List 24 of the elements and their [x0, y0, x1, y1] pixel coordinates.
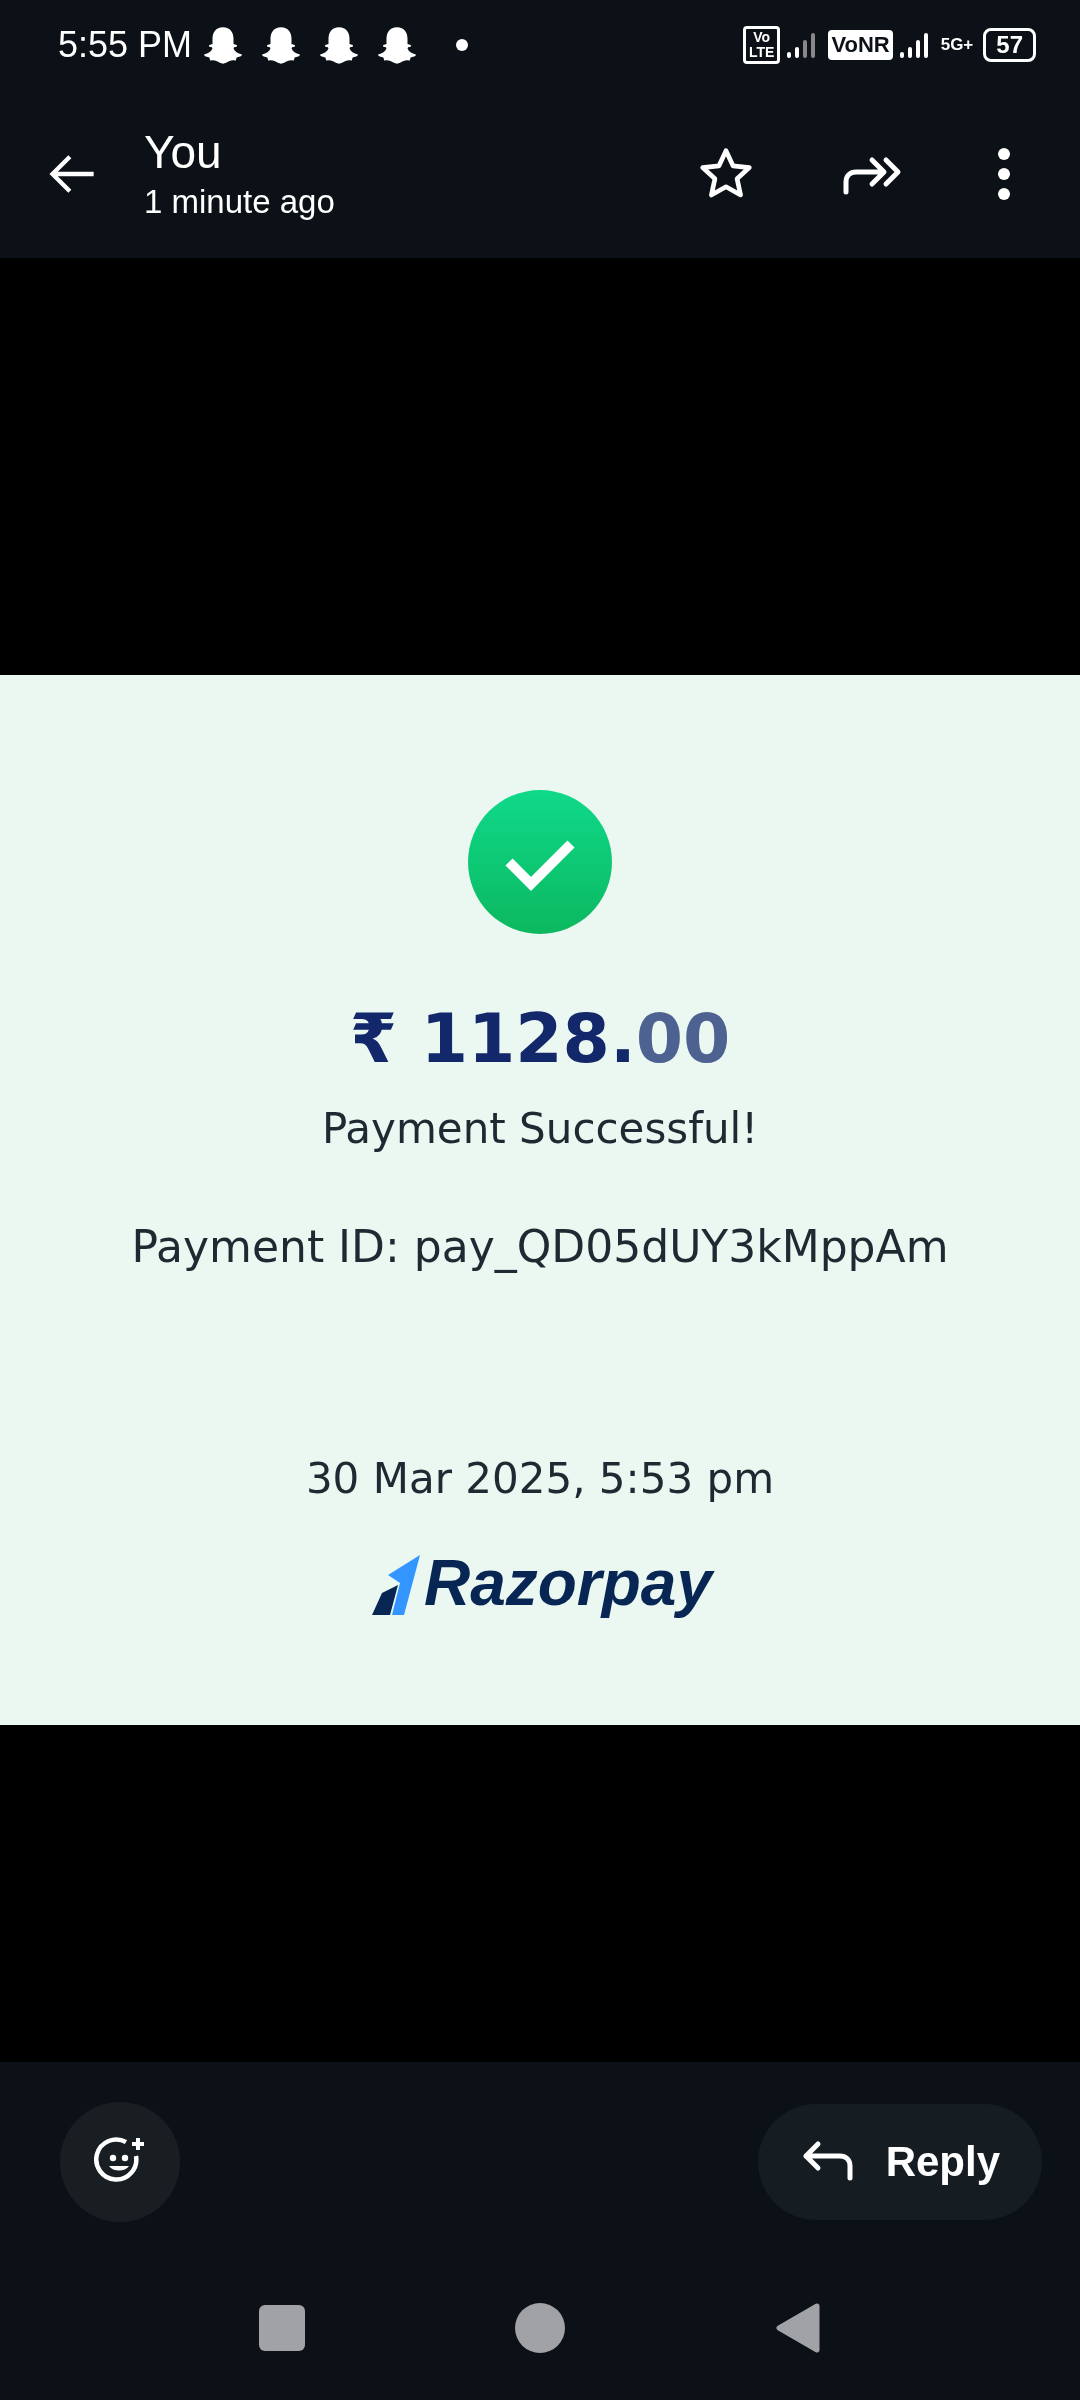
payment-status: Payment Successful!: [321, 1104, 759, 1153]
signal-icon: [786, 30, 817, 60]
message-time: 1 minute ago: [144, 182, 336, 222]
brand-logo: Razorpay: [367, 1549, 713, 1617]
battery-icon: 57: [983, 28, 1036, 62]
payment-id: Payment ID: pay_QD05dUY3kMppAm: [131, 1221, 949, 1272]
payment-date: 30 Mar 2025, 5:53 pm: [305, 1454, 775, 1503]
ghost-icon: [376, 24, 419, 66]
success-check-icon: [468, 790, 612, 934]
payment-amount: ₹ 1128.00: [349, 998, 731, 1080]
network-type: 5G+: [940, 35, 974, 55]
back-button[interactable]: [775, 2303, 821, 2353]
ghost-icon: [202, 24, 245, 66]
notification-dot-icon: [456, 39, 469, 51]
ghost-icon: [318, 24, 361, 66]
reply-button[interactable]: Reply: [757, 2104, 1042, 2220]
home-button[interactable]: [515, 2303, 565, 2353]
sender-name: You: [144, 125, 223, 180]
signal-icon: [898, 30, 929, 60]
more-icon[interactable]: [996, 146, 1012, 202]
ghost-icon: [260, 24, 303, 66]
volte-badge: Vo LTE: [743, 26, 781, 64]
status-time: 5:55 PM: [58, 24, 193, 66]
vonr-badge: VoNR: [828, 30, 893, 60]
